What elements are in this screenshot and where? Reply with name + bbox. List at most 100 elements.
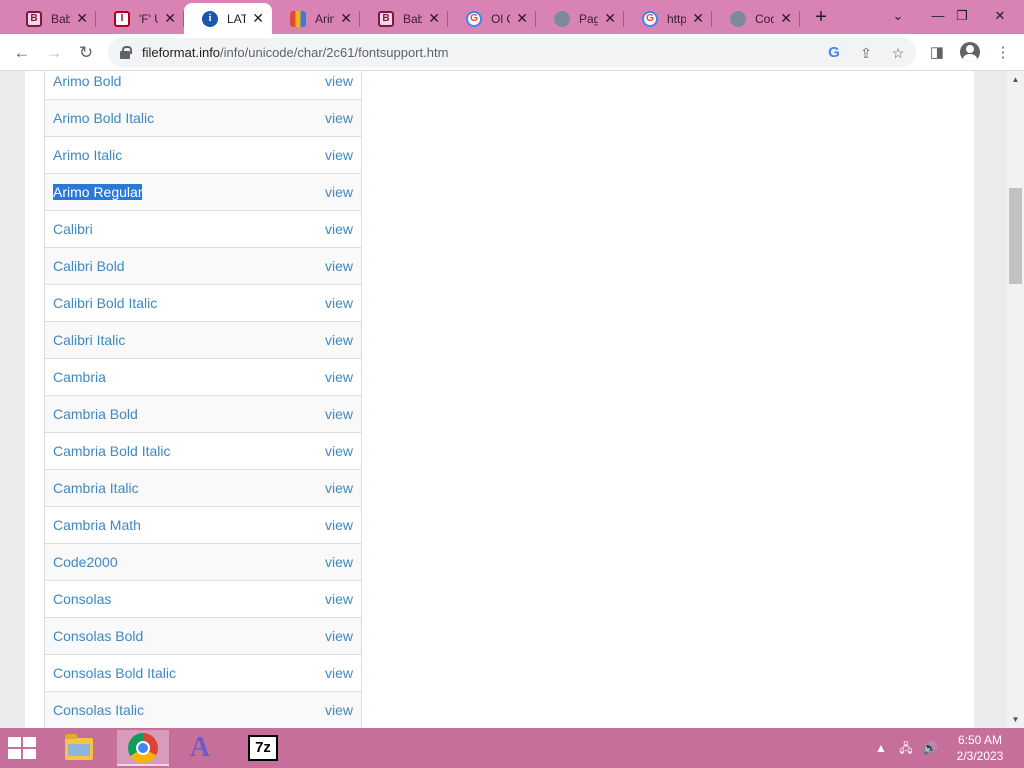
- font-name-link[interactable]: Calibri: [53, 221, 93, 237]
- tab-separator: [799, 11, 800, 27]
- view-link[interactable]: view: [325, 110, 353, 126]
- font-name-link[interactable]: Consolas Italic: [53, 702, 144, 718]
- tab-title: Babu: [403, 11, 423, 26]
- tab-babu-2[interactable]: B Babu ✕: [360, 3, 448, 34]
- tab-f-u[interactable]: I 'F' U ✕: [96, 3, 184, 34]
- view-link[interactable]: view: [325, 221, 353, 237]
- info-icon: i: [202, 10, 218, 27]
- close-icon[interactable]: ✕: [164, 10, 176, 27]
- view-link[interactable]: view: [325, 480, 353, 496]
- tab-babu-1[interactable]: B Babu ✕: [8, 3, 96, 34]
- file-explorer-button[interactable]: [52, 730, 104, 766]
- font-name-link[interactable]: Consolas Bold Italic: [53, 665, 176, 681]
- view-link[interactable]: view: [325, 184, 353, 200]
- tab-cod[interactable]: Cod ✕: [712, 3, 800, 34]
- font-app-button[interactable]: A: [174, 730, 226, 766]
- chrome-taskbar-button[interactable]: [117, 730, 169, 766]
- font-name-link[interactable]: Arimo Regular: [53, 184, 143, 200]
- font-name-link[interactable]: Cambria Math: [53, 517, 141, 533]
- table-row: Cambria view: [45, 359, 361, 396]
- restore-icon[interactable]: ❐: [946, 0, 978, 34]
- close-icon[interactable]: ✕: [516, 10, 528, 27]
- more-menu-icon[interactable]: ⋮: [992, 42, 1014, 64]
- tab-lati-active[interactable]: i LATI ✕: [184, 3, 272, 34]
- view-link[interactable]: view: [325, 73, 353, 89]
- font-name-link[interactable]: Calibri Italic: [53, 332, 125, 348]
- table-row: Arimo Italic view: [45, 137, 361, 174]
- close-icon[interactable]: ✕: [604, 10, 616, 27]
- bookmark-star-icon[interactable]: ☆: [888, 43, 908, 63]
- view-link[interactable]: view: [325, 591, 353, 607]
- 7zip-button[interactable]: 7z: [236, 730, 288, 766]
- tab-ol-c[interactable]: G Ol C ✕: [448, 3, 536, 34]
- font-name-link[interactable]: Calibri Bold: [53, 258, 125, 274]
- window-close-icon[interactable]: ✕: [984, 0, 1016, 34]
- font-name-link[interactable]: Arimo Italic: [53, 147, 122, 163]
- table-row: Consolas Bold Italic view: [45, 655, 361, 692]
- font-name-link[interactable]: Cambria: [53, 369, 106, 385]
- table-row: Arimo Regular view: [45, 174, 361, 211]
- font-name-link[interactable]: Consolas Bold: [53, 628, 143, 644]
- close-icon[interactable]: ✕: [340, 10, 352, 27]
- vertical-scrollbar[interactable]: ▲ ▼: [1007, 71, 1024, 728]
- profile-avatar-icon[interactable]: [960, 42, 980, 62]
- forward-arrow-icon[interactable]: →: [42, 41, 66, 65]
- close-icon[interactable]: ✕: [252, 10, 264, 27]
- scroll-thumb[interactable]: [1009, 188, 1022, 284]
- tab-title: Arim: [315, 11, 334, 26]
- windows-start-icon[interactable]: [8, 737, 38, 759]
- font-name-link[interactable]: Consolas: [53, 591, 111, 607]
- new-tab-plus-icon[interactable]: +: [810, 6, 832, 28]
- view-link[interactable]: view: [325, 443, 353, 459]
- view-link[interactable]: view: [325, 406, 353, 422]
- font-name-link[interactable]: Cambria Bold: [53, 406, 138, 422]
- address-bar[interactable]: fileformat.info/info/unicode/char/2c61/f…: [108, 38, 916, 67]
- view-link[interactable]: view: [325, 554, 353, 570]
- close-icon[interactable]: ✕: [692, 10, 704, 27]
- close-icon[interactable]: ✕: [780, 10, 792, 27]
- reload-icon[interactable]: ↻: [74, 41, 98, 65]
- google-translate-icon[interactable]: G: [824, 43, 844, 63]
- scroll-up-arrow-icon[interactable]: ▲: [1007, 71, 1024, 88]
- globe-icon: [730, 10, 746, 27]
- view-link[interactable]: view: [325, 147, 353, 163]
- table-row: Cambria Bold Italic view: [45, 433, 361, 470]
- view-link[interactable]: view: [325, 295, 353, 311]
- url-path: /info/unicode/char/2c61/fontsupport.htm: [220, 45, 449, 60]
- view-link[interactable]: view: [325, 369, 353, 385]
- tab-arim[interactable]: Arim ✕: [272, 3, 360, 34]
- font-name-link[interactable]: Cambria Bold Italic: [53, 443, 171, 459]
- font-name-link[interactable]: Code2000: [53, 554, 118, 570]
- volume-icon[interactable]: 🔊: [920, 740, 940, 756]
- url-host: fileformat.info: [142, 45, 221, 60]
- tab-http[interactable]: G http ✕: [624, 3, 712, 34]
- url-text[interactable]: fileformat.info/info/unicode/char/2c61/f…: [142, 45, 448, 60]
- lock-icon[interactable]: [120, 46, 132, 59]
- back-arrow-icon[interactable]: ←: [10, 41, 34, 65]
- close-icon[interactable]: ✕: [428, 10, 440, 27]
- font-name-link[interactable]: Arimo Bold: [53, 73, 121, 89]
- tab-page[interactable]: Page ✕: [536, 3, 624, 34]
- view-link[interactable]: view: [325, 258, 353, 274]
- chrome-icon: [128, 733, 158, 763]
- font-name-link[interactable]: Arimo Bold Italic: [53, 110, 154, 126]
- show-hidden-icons-icon[interactable]: ▲: [874, 740, 888, 756]
- scroll-down-arrow-icon[interactable]: ▼: [1007, 711, 1024, 728]
- chevron-down-icon[interactable]: ⌄: [882, 0, 914, 34]
- close-icon[interactable]: ✕: [76, 10, 88, 27]
- font-name-link[interactable]: Calibri Bold Italic: [53, 295, 157, 311]
- view-link[interactable]: view: [325, 665, 353, 681]
- table-row: Consolas Bold view: [45, 618, 361, 655]
- globe-icon: [554, 10, 570, 27]
- share-icon[interactable]: ⇪: [856, 43, 876, 63]
- network-icon[interactable]: 🖧: [896, 740, 916, 756]
- font-name-link[interactable]: Cambria Italic: [53, 480, 139, 496]
- table-row: Arimo Bold view: [45, 71, 361, 100]
- side-panel-icon[interactable]: ◨: [926, 42, 948, 64]
- system-clock[interactable]: 6:50 AM 2/3/2023: [944, 732, 1016, 764]
- view-link[interactable]: view: [325, 628, 353, 644]
- view-link[interactable]: view: [325, 702, 353, 718]
- view-link[interactable]: view: [325, 332, 353, 348]
- red-box-icon: I: [114, 10, 130, 27]
- view-link[interactable]: view: [325, 517, 353, 533]
